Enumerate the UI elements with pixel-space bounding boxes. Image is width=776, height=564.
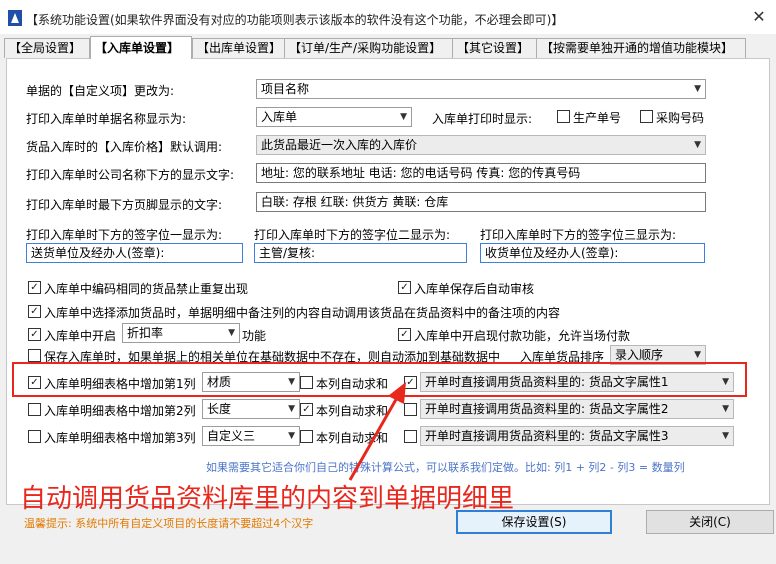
footer-text-input[interactable]: 白联: 存根 红联: 供货方 黄联: 仓库: [256, 192, 706, 212]
price-label: 货品入库时的【入库价格】默认调用:: [26, 140, 223, 154]
col2-combo[interactable]: 长度 ▼: [202, 399, 300, 419]
chevron-down-icon: ▼: [288, 431, 295, 441]
tab-addon-modules[interactable]: 【按需要单独开通的增值功能模块】: [536, 38, 746, 58]
company-text-input[interactable]: 地址: 您的联系地址 电话: 您的电话号码 传真: 您的传真号码: [256, 163, 706, 183]
formula-note: 如果需要其它适合你们自己的特殊计算公式，可以联系我们定做。比如: 列1 + 列2…: [206, 461, 685, 474]
col3-enable-checkbox[interactable]: [28, 430, 41, 443]
sign3-label: 打印入库单时下方的签字位三显示为:: [480, 228, 677, 242]
discount-value: 折扣率: [127, 326, 164, 340]
sign1-input[interactable]: 送货单位及经办人(签章):: [26, 243, 243, 263]
sign1-label: 打印入库单时下方的签字位一显示为:: [26, 228, 223, 242]
footer-text-label: 打印入库单时最下方页脚显示的文字:: [26, 198, 223, 212]
col2-combo-value: 长度: [207, 402, 232, 416]
tab-other-settings[interactable]: 【其它设置】: [452, 38, 538, 58]
company-text-label: 打印入库单时公司名称下方的显示文字:: [26, 168, 235, 182]
col1-link-value: 开单时直接调用货品资料里的: 货品文字属性1: [425, 375, 669, 389]
col2-link-combo[interactable]: 开单时直接调用货品资料里的: 货品文字属性2 ▼: [420, 399, 734, 419]
purchase-no-label: 采购号码: [656, 111, 705, 125]
col3-sum-checkbox[interactable]: [300, 430, 313, 443]
col2-link-value: 开单时直接调用货品资料里的: 货品文字属性2: [425, 402, 669, 416]
opt-auto-add-checkbox[interactable]: [28, 349, 41, 362]
app-logo-icon: [8, 10, 22, 26]
sign2-label: 打印入库单时下方的签字位二显示为:: [254, 228, 451, 242]
annotation-arrow: [348, 382, 406, 481]
opt-discount-suffix: 功能: [242, 329, 267, 343]
tab-order-production-settings[interactable]: 【订单/生产/采购功能设置】: [284, 38, 454, 58]
col1-label: 入库单明细表格中增加第1列: [44, 377, 196, 391]
col3-combo[interactable]: 自定义三 ▼: [202, 426, 300, 446]
print-name-combo[interactable]: 入库单 ▼: [256, 107, 412, 127]
hint-text: 温馨提示: 系统中所有自定义项目的长度请不要超过4个汉字: [24, 517, 314, 530]
opt-remark-label: 入库单中选择添加货品时，单据明细中备注列的内容自动调用该货品在货品资料中的备注项…: [44, 306, 561, 320]
custom-item-combo[interactable]: 项目名称 ▼: [256, 79, 706, 99]
col2-sum-checkbox[interactable]: ✓: [300, 403, 313, 416]
col2-label: 入库单明细表格中增加第2列: [44, 404, 196, 418]
chevron-down-icon: ▼: [288, 404, 295, 414]
col1-combo-value: 材质: [207, 375, 232, 389]
sort-value: 录入顺序: [615, 348, 664, 362]
discount-combo[interactable]: 折扣率 ▼: [122, 323, 240, 343]
print-show-label: 入库单打印时显示:: [432, 112, 533, 126]
print-name-label: 打印入库单时单据名称显示为:: [26, 112, 187, 126]
chevron-down-icon: ▼: [288, 377, 295, 387]
col1-sum-checkbox[interactable]: [300, 376, 313, 389]
opt-cash-checkbox[interactable]: ✓: [398, 328, 411, 341]
save-button[interactable]: 保存设置(S): [456, 510, 612, 534]
production-no-checkbox[interactable]: [557, 110, 570, 123]
col3-combo-value: 自定义三: [207, 429, 256, 443]
chevron-down-icon: ▼: [722, 431, 729, 441]
annotation-text: 自动调用货品资料库里的内容到单据明细里: [20, 484, 515, 514]
chevron-down-icon: ▼: [400, 112, 407, 122]
col1-link-combo[interactable]: 开单时直接调用货品资料里的: 货品文字属性1 ▼: [420, 372, 734, 392]
chevron-down-icon: ▼: [228, 328, 235, 338]
col1-enable-checkbox[interactable]: ✓: [28, 376, 41, 389]
opt-remark-checkbox[interactable]: ✓: [28, 305, 41, 318]
opt-auto-approve-checkbox[interactable]: ✓: [398, 281, 411, 294]
opt-discount-prefix: 入库单中开启: [44, 329, 117, 343]
price-value: 此货品最近一次入库的入库价: [261, 138, 418, 152]
col3-label: 入库单明细表格中增加第3列: [44, 431, 196, 445]
col3-link-combo[interactable]: 开单时直接调用货品资料里的: 货品文字属性3 ▼: [420, 426, 734, 446]
production-no-label: 生产单号: [573, 111, 622, 125]
chevron-down-icon: ▼: [722, 404, 729, 414]
sign2-input[interactable]: 主管/复核:: [254, 243, 467, 263]
purchase-no-checkbox[interactable]: [640, 110, 653, 123]
price-combo[interactable]: 此货品最近一次入库的入库价 ▼: [256, 135, 706, 155]
col1-combo[interactable]: 材质 ▼: [202, 372, 300, 392]
opt-no-duplicate-label: 入库单中编码相同的货品禁止重复出现: [44, 282, 249, 296]
opt-auto-approve-label: 入库单保存后自动审核: [414, 282, 535, 296]
tab-inbound-settings[interactable]: 【入库单设置】: [90, 36, 192, 59]
print-name-value: 入库单: [261, 110, 298, 124]
close-button[interactable]: 关闭(C): [646, 510, 774, 534]
custom-item-value: 项目名称: [261, 82, 310, 96]
chevron-down-icon: ▼: [694, 140, 701, 150]
col3-link-value: 开单时直接调用货品资料里的: 货品文字属性3: [425, 429, 669, 443]
sign3-input[interactable]: 收货单位及经办人(签章):: [480, 243, 705, 263]
col2-enable-checkbox[interactable]: [28, 403, 41, 416]
window-title: 【系统功能设置(如果软件界面没有对应的功能项则表示该版本的软件没有这个功能，不必…: [26, 13, 564, 27]
tab-global-settings[interactable]: 【全局设置】: [4, 38, 90, 58]
chevron-down-icon: ▼: [694, 84, 701, 94]
opt-cash-label: 入库单中开启现付款功能，允许当场付款: [414, 329, 631, 343]
close-icon[interactable]: ✕: [748, 8, 770, 26]
chevron-down-icon: ▼: [722, 377, 729, 387]
custom-item-label: 单据的【自定义项】更改为:: [26, 84, 175, 98]
opt-discount-checkbox[interactable]: ✓: [28, 328, 41, 341]
opt-no-duplicate-checkbox[interactable]: ✓: [28, 281, 41, 294]
tab-outbound-settings[interactable]: 【出库单设置】: [192, 38, 286, 58]
